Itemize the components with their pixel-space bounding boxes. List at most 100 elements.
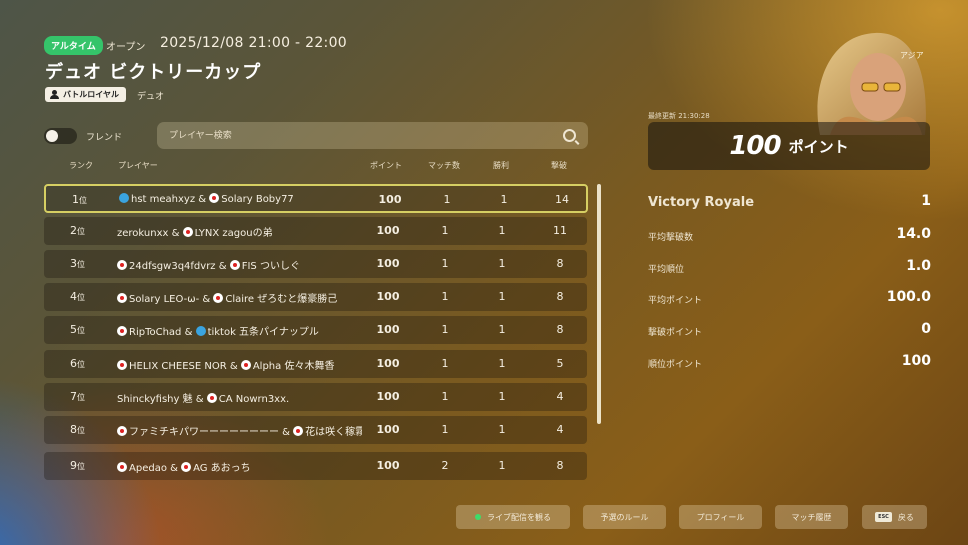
table-row[interactable]: 3位 24dfsgw3q4fdvrz & FIS ついしぐ 100 1 1 8	[44, 250, 587, 278]
mode-badge: バトルロイヤル	[45, 87, 126, 102]
friends-toggle[interactable]	[44, 128, 77, 144]
japan-flag-icon	[117, 260, 127, 270]
wins-cell: 1	[498, 224, 506, 237]
kills-cell: 8	[556, 323, 564, 336]
back-button[interactable]: ESC 戻る	[862, 505, 927, 529]
watch-live-button[interactable]: ライブ配信を観る	[456, 505, 570, 529]
search-input[interactable]	[167, 129, 551, 142]
points-cell: 100	[376, 323, 400, 336]
col-kills: 撃破	[551, 161, 567, 170]
points-cell: 100	[376, 390, 400, 403]
points-cell: 100	[376, 459, 400, 472]
rank-cell: 9位	[70, 459, 85, 472]
profile-button[interactable]: プロフィール	[679, 505, 762, 529]
kills-cell: 8	[556, 459, 564, 472]
region-label: アジア	[900, 51, 924, 60]
points-cell: 100	[376, 290, 400, 303]
japan-flag-icon	[182, 227, 193, 237]
stat-label: 平均順位	[648, 265, 685, 275]
player-cell: Shinckyfishy 魅 & CA Nowrn3xx.	[117, 393, 290, 405]
stat-value: 100	[901, 353, 931, 369]
search-icon[interactable]	[563, 129, 576, 142]
table-row[interactable]: 7位 Shinckyfishy 魅 & CA Nowrn3xx. 100 1 1 4	[44, 383, 587, 411]
japan-flag-icon	[206, 393, 217, 403]
japan-flag-icon	[117, 360, 127, 370]
table-row[interactable]: 5位 RipToChad & tiktok 五条パイナップル 100 1 1 8	[44, 316, 587, 344]
stat-value: 1	[921, 193, 931, 209]
mode-sub-label: デュオ	[137, 92, 165, 102]
wins-cell: 1	[498, 323, 506, 336]
stat-value: 1.0	[906, 258, 931, 274]
matches-cell: 1	[441, 357, 449, 370]
player-cell: Solary LEO-ω- & Claire ぜろむと爆豪勝己	[117, 290, 362, 305]
table-row[interactable]: 4位 Solary LEO-ω- & Claire ぜろむと爆豪勝己 100 1 1 8	[44, 283, 587, 311]
total-points-card: 100 ポイント	[648, 122, 930, 170]
stat-label: 撃破ポイント	[648, 328, 703, 338]
col-points: ポイント	[370, 161, 402, 170]
points-cell: 100	[376, 257, 400, 270]
points-cell: 100	[378, 193, 402, 206]
wins-cell: 1	[498, 290, 506, 303]
kills-cell: 4	[556, 390, 564, 403]
japan-flag-icon	[117, 462, 127, 472]
matches-cell: 1	[441, 390, 449, 403]
rules-label: 予選のルール	[600, 512, 649, 522]
stat-label: 平均撃破数	[648, 233, 694, 243]
player-cell: ファミチキパワーーーーーーーー & 花は咲く稼霧の知	[117, 423, 362, 438]
table-row[interactable]: 9位 Apedao & AG あおっち 100 2 1 8	[44, 452, 587, 480]
rules-button[interactable]: 予選のルール	[583, 505, 666, 529]
matches-cell: 2	[441, 459, 449, 472]
stat-label: Victory Royale	[648, 195, 755, 210]
back-label: 戻る	[897, 512, 914, 522]
table-row[interactable]: 2位 zerokunxx & LYNX zagouの弟 100 1 1 11	[44, 217, 587, 245]
wins-cell: 1	[498, 357, 506, 370]
table-row[interactable]: 1位 hst meahxyz & Solary Boby77 100 1 1 14	[44, 184, 588, 213]
match-history-label: マッチ履歴	[791, 512, 832, 522]
live-dot-icon	[475, 514, 481, 520]
wins-cell: 1	[498, 423, 506, 436]
scrollbar[interactable]	[597, 184, 601, 424]
wins-cell: 1	[500, 193, 508, 206]
rank-cell: 5位	[70, 323, 85, 336]
kills-cell: 11	[553, 224, 567, 237]
table-row[interactable]: 6位 HELIX CHEESE NOR & Alpha 佐々木舞香 100 1 1 5	[44, 350, 587, 378]
search-bar[interactable]	[157, 122, 588, 149]
player-cell: 24dfsgw3q4fdvrz & FIS ついしぐ	[117, 257, 362, 272]
japan-flag-icon	[229, 260, 240, 270]
stat-value: 14.0	[896, 226, 931, 242]
mode-label: バトルロイヤル	[63, 90, 119, 99]
player-cell: zerokunxx & LYNX zagouの弟	[117, 227, 273, 239]
japan-flag-icon	[181, 462, 192, 472]
globe-icon	[195, 326, 206, 336]
player-cell: RipToChad & tiktok 五条パイナップル	[117, 323, 362, 338]
japan-flag-icon	[213, 293, 224, 303]
stat-label: 平均ポイント	[648, 296, 703, 306]
toggle-knob	[46, 130, 58, 142]
player-cell: HELIX CHEESE NOR & Alpha 佐々木舞香	[117, 357, 362, 372]
points-cell: 100	[376, 357, 400, 370]
stat-value: 0	[921, 321, 931, 337]
status-label: オープン	[106, 42, 146, 53]
matches-cell: 1	[441, 423, 449, 436]
points-cell: 100	[376, 224, 400, 237]
kills-cell: 4	[556, 423, 564, 436]
japan-flag-icon	[240, 360, 251, 370]
rank-cell: 1位	[72, 193, 87, 206]
esc-key-icon: ESC	[875, 512, 892, 522]
matches-cell: 1	[443, 193, 451, 206]
match-history-button[interactable]: マッチ履歴	[775, 505, 848, 529]
player-cell: Apedao & AG あおっち	[117, 459, 362, 474]
total-points-value: 100	[729, 131, 781, 161]
rank-cell: 8位	[70, 423, 85, 436]
col-rank: ランク	[69, 161, 93, 170]
kills-cell: 8	[556, 290, 564, 303]
japan-flag-icon	[117, 293, 127, 303]
event-datetime: 2025/12/08 21:00 - 22:00	[160, 35, 347, 51]
player-portrait	[817, 32, 926, 135]
watch-live-label: ライブ配信を観る	[487, 512, 551, 522]
stat-label: 順位ポイント	[648, 360, 703, 370]
player-cell: hst meahxyz & Solary Boby77	[119, 193, 364, 205]
table-row[interactable]: 8位 ファミチキパワーーーーーーーー & 花は咲く稼霧の知 100 1 1 4	[44, 416, 587, 444]
japan-flag-icon	[117, 426, 127, 436]
matches-cell: 1	[441, 224, 449, 237]
